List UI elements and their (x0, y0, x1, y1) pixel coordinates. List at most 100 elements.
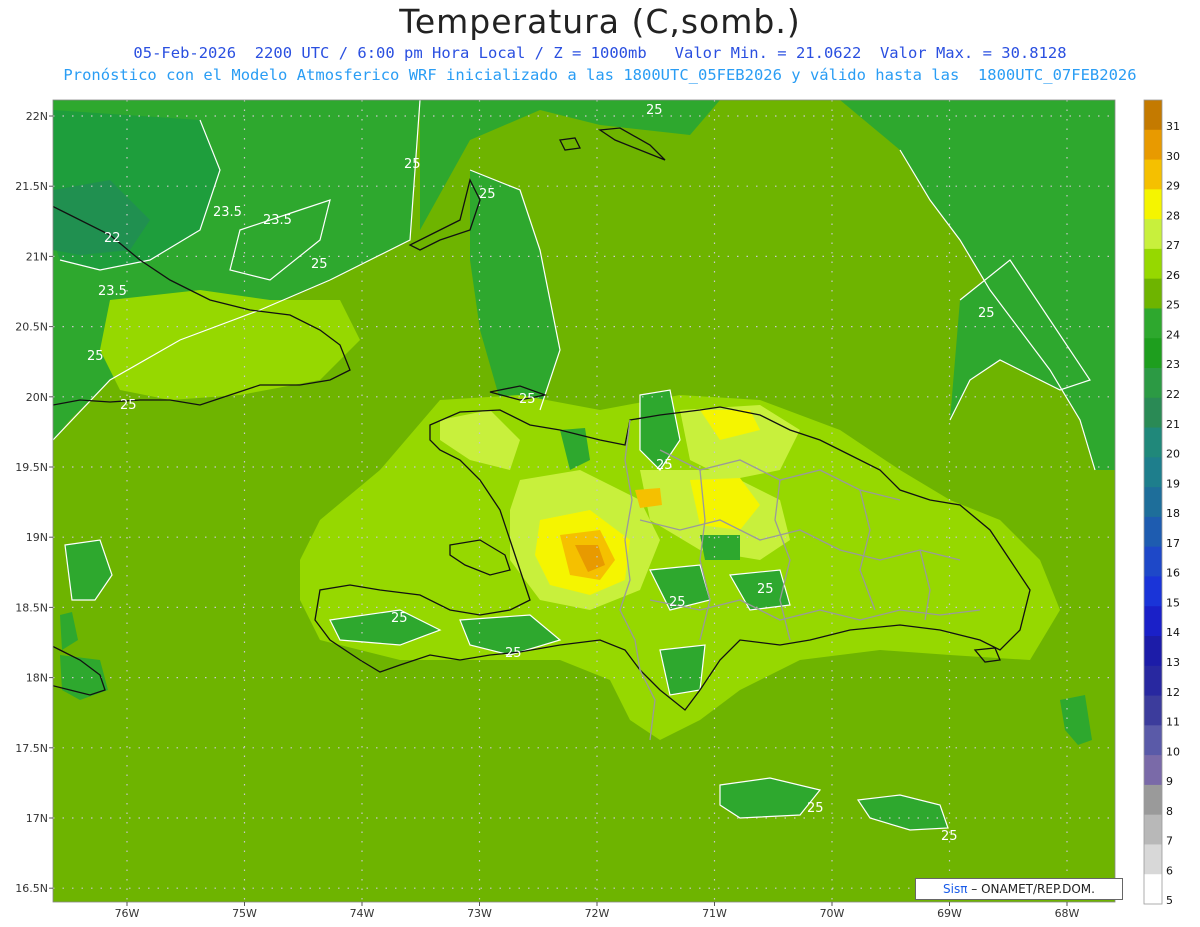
colorbar-swatch (1144, 695, 1162, 726)
colorbar-swatch (1144, 129, 1162, 161)
colorbar-swatch (1144, 844, 1162, 875)
lat-label: 19N (26, 531, 48, 544)
colorbar-label: 16 (1166, 567, 1180, 580)
lat-label: 17N (26, 812, 48, 825)
lat-label: 20N (26, 391, 48, 404)
colorbar-swatch (1144, 397, 1162, 429)
contour-label: 25 (656, 458, 673, 473)
contour-label: 23.5 (98, 284, 127, 299)
colorbar-swatch (1144, 308, 1162, 339)
contour-label: 25 (311, 257, 328, 272)
lon-label: 76W (115, 907, 140, 920)
colorbar-swatch (1144, 368, 1162, 399)
colorbar-label: 5 (1166, 894, 1173, 907)
temperature-map: 22N 21.5N 21N 20.5N 20N 19.5N 19N 18.5N 18N 17.5N… (15, 99, 1180, 920)
lat-label: 22N (26, 110, 48, 123)
colorbar-swatch (1144, 665, 1162, 697)
colorbar-label: 12 (1166, 686, 1180, 699)
lon-label: 75W (232, 907, 257, 920)
lon-label: 69W (937, 907, 962, 920)
colorbar-swatch (1144, 159, 1162, 190)
lon-label: 73W (467, 907, 492, 920)
contour-label: 25 (404, 157, 421, 172)
colorbar-label: 18 (1166, 507, 1180, 520)
sis-logo: Sisπ (943, 882, 968, 896)
colorbar-label: 20 (1166, 448, 1180, 461)
colorbar-label: 25 (1166, 299, 1180, 312)
lon-label: 74W (350, 907, 375, 920)
contour-label: 25 (505, 646, 522, 661)
colorbar-label: 13 (1166, 656, 1180, 669)
colorbar-label: 7 (1166, 835, 1173, 848)
contour-label: 25 (646, 103, 663, 118)
colorbar-swatch (1144, 576, 1162, 607)
lat-label: 19.5N (15, 461, 48, 474)
colorbar-swatch (1144, 606, 1162, 637)
contour-label: 25 (391, 611, 408, 626)
colorbar-label: 10 (1166, 745, 1180, 758)
colorbar-swatch (1144, 457, 1162, 488)
lon-label: 70W (820, 907, 845, 920)
colorbar-swatch (1144, 784, 1162, 816)
colorbar-label: 17 (1166, 537, 1180, 550)
colorbar-swatch (1144, 487, 1162, 518)
lat-label: 21.5N (15, 180, 48, 193)
colorbar-swatch (1144, 219, 1162, 250)
colorbar-swatch (1144, 755, 1162, 786)
colorbar-label: 24 (1166, 328, 1180, 341)
colorbar-label: 9 (1166, 775, 1173, 788)
colorbar-label: 27 (1166, 239, 1180, 252)
contour-label: 22 (104, 231, 121, 246)
credit-box: Sisπ – ONAMET/REP.DOM. (915, 878, 1123, 900)
colorbar-label: 26 (1166, 269, 1180, 282)
colorbar-label: 21 (1166, 418, 1180, 431)
colorbar-swatch (1144, 189, 1162, 220)
contour-label: 23.5 (263, 213, 292, 228)
contour-label: 25 (757, 582, 774, 597)
lat-label: 21N (26, 250, 48, 263)
colorbar-label: 28 (1166, 209, 1180, 222)
colorbar-swatch (1144, 874, 1162, 905)
lat-label: 16.5N (15, 882, 48, 895)
colorbar-label: 19 (1166, 477, 1180, 490)
contour-label: 25 (669, 595, 686, 610)
colorbar-swatch (1144, 248, 1162, 280)
colorbar-label: 29 (1166, 180, 1180, 193)
lon-label: 71W (702, 907, 727, 920)
colorbar-swatch (1144, 338, 1162, 369)
colorbar: 31 30 29 28 27 26 25 24 23 22 21 20 19 18 17 16 15 14 13 12… (1143, 99, 1180, 907)
colorbar-swatch (1144, 725, 1162, 756)
colorbar-label: 6 (1166, 864, 1173, 877)
colorbar-label: 30 (1166, 150, 1180, 163)
contour-label: 25 (941, 829, 958, 844)
colorbar-label: 14 (1166, 626, 1180, 639)
contour-label: 25 (479, 187, 496, 202)
colorbar-label: 15 (1166, 596, 1180, 609)
colorbar-swatch (1144, 636, 1162, 667)
lat-label: 18.5N (15, 601, 48, 614)
colorbar-label: 22 (1166, 388, 1180, 401)
lat-label: 17.5N (15, 742, 48, 755)
colorbar-label: 11 (1166, 716, 1180, 729)
contour-label: 25 (807, 801, 824, 816)
cool-patch-hispaniola-8 (700, 535, 740, 560)
colorbar-swatch (1144, 516, 1162, 548)
colorbar-label: 23 (1166, 358, 1180, 371)
lat-label: 20.5N (15, 321, 48, 334)
lon-label: 68W (1055, 907, 1080, 920)
lon-label: 72W (585, 907, 610, 920)
colorbar-swatch (1144, 278, 1162, 309)
colorbar-swatch (1144, 427, 1162, 458)
colorbar-swatch (1144, 100, 1162, 131)
map-field (53, 100, 1115, 902)
contour-label: 25 (978, 306, 995, 321)
credit-text: – ONAMET/REP.DOM. (971, 882, 1095, 896)
colorbar-label: 8 (1166, 805, 1173, 818)
contour-label: 25 (120, 398, 137, 413)
colorbar-label: 31 (1166, 120, 1180, 133)
contour-label: 25 (519, 392, 536, 407)
colorbar-swatch (1144, 546, 1162, 577)
contour-label: 25 (87, 349, 104, 364)
lat-label: 18N (26, 672, 48, 685)
colorbar-swatch (1144, 814, 1162, 845)
